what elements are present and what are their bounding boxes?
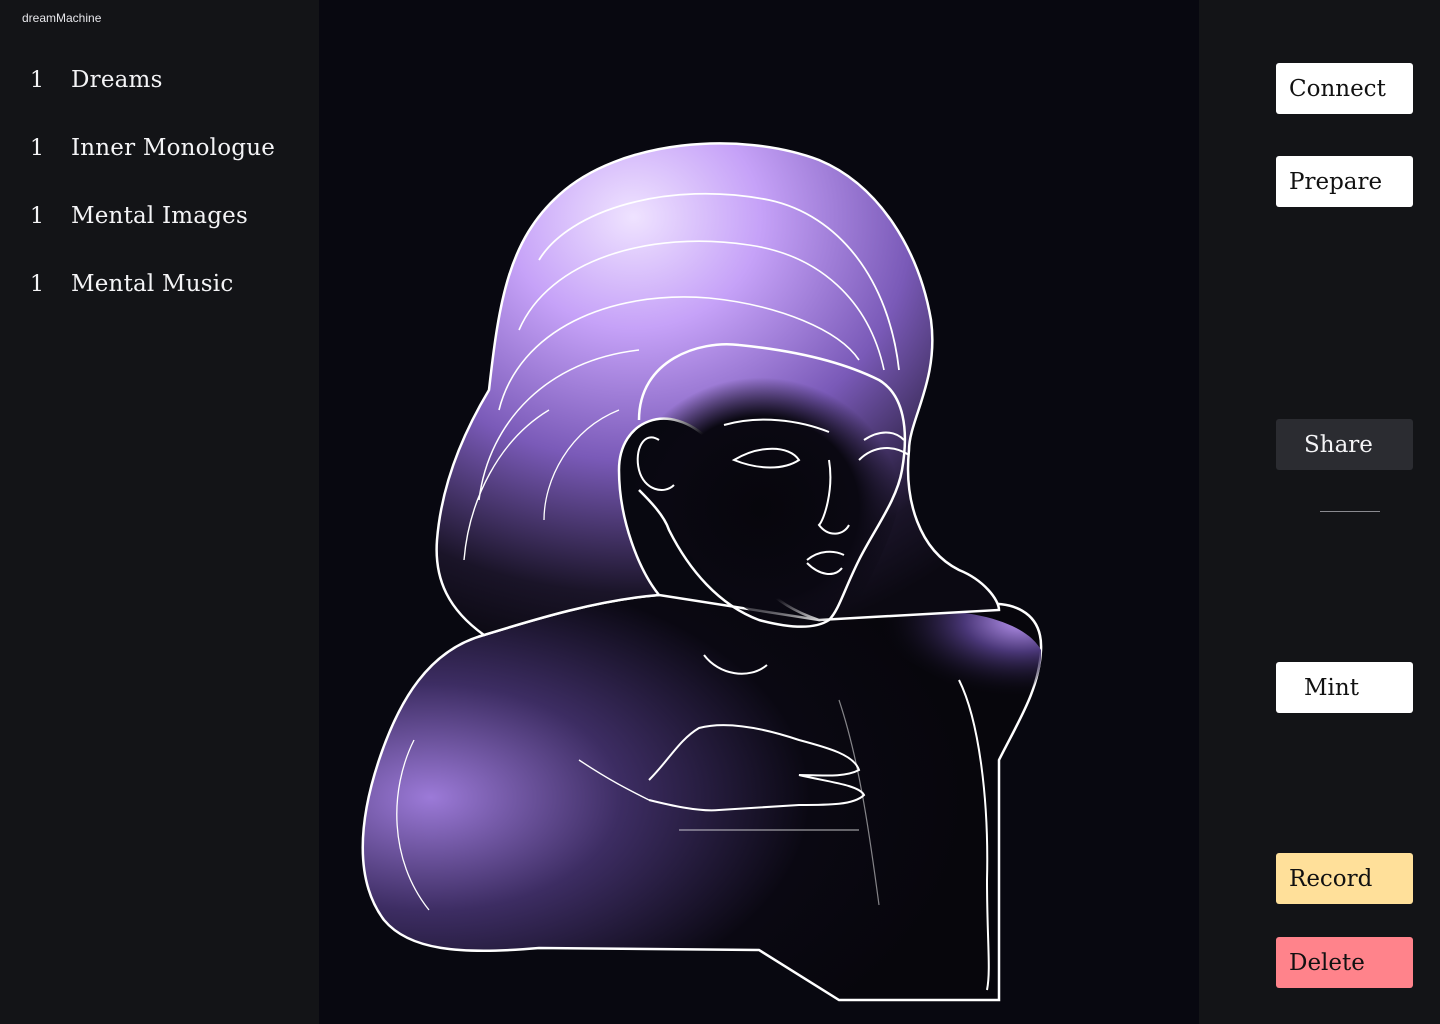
sidebar: dreamMachine 1 Dreams 1 Inner Monologue … bbox=[0, 0, 319, 1024]
mint-button[interactable]: Mint bbox=[1276, 662, 1413, 713]
woman-illustration bbox=[361, 142, 1043, 1002]
sidebar-item-label: Dreams bbox=[71, 67, 163, 93]
sidebar-item-mental-music[interactable]: 1 Mental Music bbox=[0, 264, 319, 304]
sidebar-item-count: 1 bbox=[30, 271, 44, 297]
share-button[interactable]: Share bbox=[1276, 419, 1413, 470]
app-window: dreamMachine 1 Dreams 1 Inner Monologue … bbox=[0, 0, 1440, 1024]
sidebar-item-label: Mental Images bbox=[71, 203, 248, 229]
sidebar-item-count: 1 bbox=[30, 135, 44, 161]
action-panel: Connect Prepare Share Mint Record Delete bbox=[1199, 0, 1440, 1024]
sidebar-item-label: Mental Music bbox=[71, 271, 234, 297]
prepare-button[interactable]: Prepare bbox=[1276, 156, 1413, 207]
sidebar-item-dreams[interactable]: 1 Dreams bbox=[0, 60, 319, 100]
app-title: dreamMachine bbox=[22, 11, 102, 25]
connect-button[interactable]: Connect bbox=[1276, 63, 1413, 114]
sidebar-item-inner-monologue[interactable]: 1 Inner Monologue bbox=[0, 128, 319, 168]
delete-button[interactable]: Delete bbox=[1276, 937, 1413, 988]
sidebar-item-count: 1 bbox=[30, 203, 44, 229]
divider bbox=[1320, 511, 1380, 512]
sidebar-item-label: Inner Monologue bbox=[71, 135, 276, 161]
sidebar-item-count: 1 bbox=[30, 67, 44, 93]
image-canvas bbox=[319, 0, 1199, 1024]
record-button[interactable]: Record bbox=[1276, 853, 1413, 904]
sidebar-item-mental-images[interactable]: 1 Mental Images bbox=[0, 196, 319, 236]
